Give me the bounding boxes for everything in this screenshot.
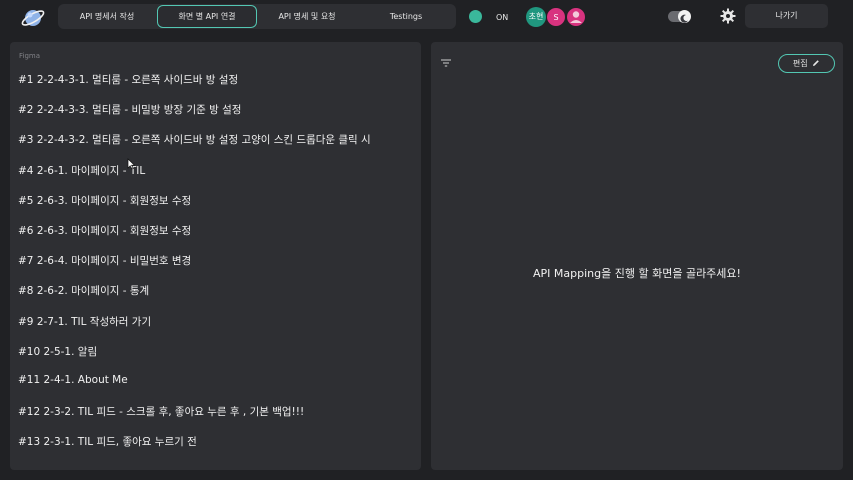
tab-screen-api-link[interactable]: 화면 별 API 연결 xyxy=(157,5,257,28)
list-item[interactable]: #10 2-5-1. 알림 xyxy=(18,344,371,374)
gear-icon[interactable] xyxy=(720,8,736,24)
list-item[interactable]: #6 2-6-3. 마이페이지 - 회원정보 수정 xyxy=(18,223,371,253)
exit-button[interactable]: 나가기 xyxy=(745,4,828,28)
tab-api-spec-write[interactable]: API 명세서 작성 xyxy=(58,4,156,29)
tab-api-spec-request[interactable]: API 명세 및 요청 xyxy=(258,4,356,29)
user-icon xyxy=(570,11,582,23)
list-item[interactable]: #5 2-6-3. 마이페이지 - 회원정보 수정 xyxy=(18,193,371,223)
main-nav-tabs: API 명세서 작성 화면 별 API 연결 API 명세 및 요청 Testi… xyxy=(58,4,456,29)
panel-label: Figma xyxy=(19,52,41,60)
avatar[interactable]: S xyxy=(546,7,566,27)
online-status-dot xyxy=(469,10,482,23)
pencil-icon xyxy=(813,60,819,66)
list-item[interactable]: #7 2-6-4. 마이페이지 - 비밀번호 변경 xyxy=(18,253,371,283)
edit-button-label: 편집 xyxy=(792,59,808,68)
filter-icon[interactable] xyxy=(441,59,451,67)
mouse-cursor-icon xyxy=(127,158,135,170)
empty-state-message: API Mapping을 진행 할 화면을 골라주세요! xyxy=(533,267,741,280)
list-item[interactable]: #8 2-6-2. 마이페이지 - 통계 xyxy=(18,283,371,313)
top-bar: API 명세서 작성 화면 별 API 연결 API 명세 및 요청 Testi… xyxy=(0,0,853,36)
screen-list: #1 2-2-4-3-1. 멀티룸 - 오른쪽 사이드바 방 설정 #2 2-2… xyxy=(18,72,371,464)
moon-icon xyxy=(678,10,691,23)
tab-testings[interactable]: Testings xyxy=(357,4,455,29)
list-item[interactable]: #9 2-7-1. TIL 작성하러 가기 xyxy=(18,314,371,344)
online-status-label: ON xyxy=(496,13,509,22)
avatar[interactable] xyxy=(566,7,586,27)
list-item[interactable]: #2 2-2-4-3-3. 멀티룸 - 비밀방 방장 기준 방 설정 xyxy=(18,102,371,132)
theme-toggle[interactable] xyxy=(668,10,691,23)
edit-button[interactable]: 편집 xyxy=(778,54,835,73)
avatar[interactable]: 초현 xyxy=(526,7,546,27)
list-item[interactable]: #12 2-3-2. TIL 피드 - 스크롤 후, 좋아요 누른 후 , 기본… xyxy=(18,404,371,434)
api-mapping-panel: 편집 API Mapping을 진행 할 화면을 골라주세요! xyxy=(431,42,843,470)
app-logo-icon[interactable] xyxy=(20,6,46,30)
list-item[interactable]: #4 2-6-1. 마이페이지 - TIL xyxy=(18,163,371,193)
list-item[interactable]: #1 2-2-4-3-1. 멀티룸 - 오른쪽 사이드바 방 설정 xyxy=(18,72,371,102)
list-item[interactable]: #11 2-4-1. About Me xyxy=(18,374,371,404)
list-item[interactable]: #3 2-2-4-3-2. 멀티룸 - 오른쪽 사이드바 방 설정 고양이 스킨… xyxy=(18,132,371,162)
list-item[interactable]: #13 2-3-1. TIL 피드, 좋아요 누르기 전 xyxy=(18,434,371,464)
figma-screen-panel: Figma #1 2-2-4-3-1. 멀티룸 - 오른쪽 사이드바 방 설정 … xyxy=(10,42,421,470)
